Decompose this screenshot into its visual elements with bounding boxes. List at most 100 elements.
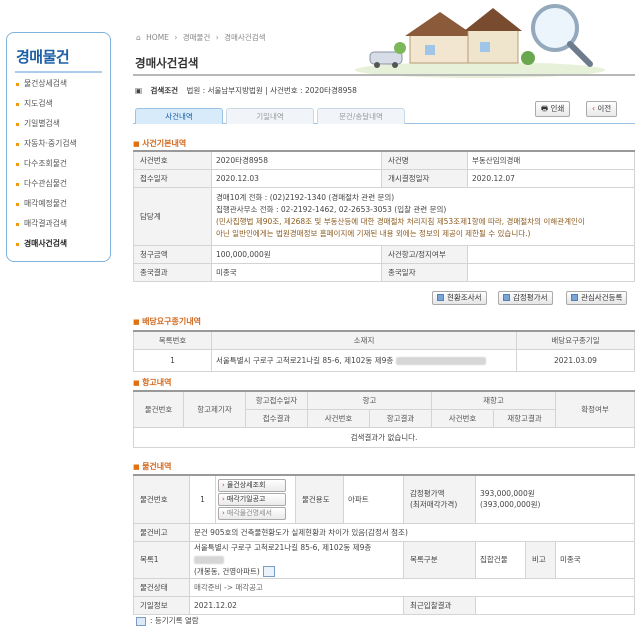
dist-col-no: 목록번호 bbox=[133, 330, 212, 350]
dist-addr-cell: 서울특별시 구로구 고척로21나길 85-6, 제102동 제9층 bbox=[211, 348, 517, 372]
breadcrumb-level2[interactable]: 경매사건검색 bbox=[224, 33, 265, 42]
item-remark-label: 물건비고 bbox=[133, 522, 190, 542]
appeal-col-result: 항고결과 bbox=[369, 408, 432, 428]
header-illustration bbox=[355, 4, 605, 78]
appeal-col-recv: 항고접수일자 bbox=[245, 390, 308, 410]
item-last-label: 최근입찰결과 bbox=[403, 595, 476, 615]
appeal-col-item: 물건번호 bbox=[133, 390, 184, 428]
section-dist-header: 배당요구종기내역 bbox=[133, 316, 201, 327]
sidebar-item-detail-search[interactable]: 물건상세검색 bbox=[16, 77, 77, 97]
end-date bbox=[467, 262, 635, 282]
item-kind-label: 목록구분 bbox=[403, 540, 476, 579]
sidebar-item-case-search[interactable]: 경매사건검색 bbox=[16, 237, 77, 257]
map-icon[interactable] bbox=[262, 566, 275, 577]
case-name: 부동산임의경매 bbox=[467, 150, 635, 170]
item-value-label-cell: 감정평가액 (최저매각가격) bbox=[403, 474, 476, 524]
item-value-sub: (최저매각가격) bbox=[410, 500, 458, 510]
claim-label: 청구금액 bbox=[133, 244, 212, 264]
item-address-detail: (개봉동, 건영아파트) bbox=[194, 566, 260, 576]
item-status-label: 물건상태 bbox=[133, 577, 190, 597]
dept-line-1: 경매10계 전화 : (02)2192-1340 (경매절차 관련 문의) bbox=[216, 193, 395, 202]
case-name-label: 사건명 bbox=[381, 150, 468, 170]
item-remark: 문건 905호의 건축물현황도가 실제현황과 차이가 있음(감정서 첨조) bbox=[189, 522, 635, 542]
item-table: 물건번호 1 › 물건상세조회 › 매각기일공고 › 매각물건명세서 물건용도 아파트… bbox=[133, 474, 635, 615]
breadcrumb-level1[interactable]: 경매물건 bbox=[183, 33, 211, 42]
dept-info: 경매10계 전화 : (02)2192-1340 (경매절차 관련 문의) 집행… bbox=[211, 186, 635, 246]
register-interest-button[interactable]: 관심사건등록 bbox=[566, 291, 628, 305]
home-icon: ⌂ bbox=[136, 33, 141, 42]
appeal-table: 물건번호 항고제기자 항고접수일자 항고 재항고 확정여부 접수결과 사건번호 항고결과 사건번… bbox=[133, 390, 635, 448]
distribution-table: 목록번호 소재지 배당요구종기일 1 서울특별시 구로구 고척로21나길 85-6, … bbox=[133, 330, 635, 372]
breadcrumb-home[interactable]: HOME bbox=[146, 33, 169, 42]
redacted-text bbox=[395, 356, 486, 365]
sidebar-item-map-search[interactable]: 지도검색 bbox=[16, 97, 77, 117]
breadcrumb: ⌂ HOME › 경매물건 › 경매사건검색 bbox=[136, 33, 266, 42]
appeal-col-final: 확정여부 bbox=[555, 390, 635, 428]
title-divider bbox=[133, 74, 635, 76]
dept-line-4: 아닌 일반인에게는 법원경매정보 홈페이지에 기재된 내용 외에는 정보의 제공… bbox=[216, 229, 531, 238]
item-status: 매각준비 -> 매각공고 bbox=[189, 577, 635, 597]
item-value-min: (393,000,000원) bbox=[480, 500, 541, 510]
appeal-col-recv-sub: 접수결과 bbox=[245, 408, 308, 428]
appraisal-report-button[interactable]: 감정평가서 bbox=[498, 291, 553, 305]
item-no-label: 물건번호 bbox=[133, 474, 190, 524]
claim-amount: 100,000,000원 bbox=[211, 244, 382, 264]
appeal-col-rresult: 재항고결과 bbox=[493, 408, 556, 428]
dept-line-2: 집행관사무소 전화 : 02-2192-1462, 02-2653-3053 (… bbox=[216, 205, 447, 214]
item-value: 393,000,000원 bbox=[480, 489, 535, 499]
appeal-col-case: 사건번호 bbox=[307, 408, 370, 428]
item-last bbox=[475, 595, 635, 615]
item-address-cell: 서울특별시 구로구 고척로21나길 85-6, 제102동 제9층 (개봉동, … bbox=[189, 540, 404, 579]
registry-icon[interactable] bbox=[136, 616, 146, 626]
arrow-right-icon: › bbox=[222, 494, 225, 503]
section-item-header: 물건내역 bbox=[133, 461, 171, 472]
stop-value bbox=[467, 244, 635, 264]
item-address: 서울특별시 구로구 고척로21나길 85-6, 제102동 제9층 bbox=[194, 542, 372, 552]
sidebar-item-upcoming-sale[interactable]: 매각예정물건 bbox=[16, 197, 77, 217]
arrow-right-icon: › bbox=[222, 508, 225, 517]
sale-spec-button[interactable]: › 매각물건명세서 bbox=[218, 506, 286, 520]
dist-no: 1 bbox=[133, 348, 212, 372]
item-date: 2021.12.02 bbox=[189, 595, 404, 615]
survey-report-button[interactable]: 현황조사서 bbox=[432, 291, 487, 305]
recv-date: 2020.12.03 bbox=[211, 168, 382, 188]
document-icon bbox=[437, 294, 444, 301]
case-no: 2020타경8958 bbox=[211, 150, 382, 170]
sidebar-item-most-interested[interactable]: 다수관심물건 bbox=[16, 177, 77, 197]
item-bigo-label: 비고 bbox=[525, 540, 556, 579]
dept-label: 담당계 bbox=[133, 186, 212, 246]
tab-documents[interactable]: 문건/송달내역 bbox=[317, 108, 405, 124]
item-detail-button[interactable]: › 물건상세조회 bbox=[218, 478, 286, 492]
result-label: 종국결과 bbox=[133, 262, 212, 282]
sidebar-item-vehicle-search[interactable]: 자동차·중기검색 bbox=[16, 137, 77, 157]
condition-icon: ▣ bbox=[135, 86, 143, 95]
item-value-cell: 393,000,000원 (393,000,000원) bbox=[475, 474, 635, 524]
end-date-label: 종국일자 bbox=[381, 262, 468, 282]
result-value: 미종국 bbox=[211, 262, 382, 282]
case-no-label: 사건번호 bbox=[133, 150, 212, 170]
sidebar-item-date-search[interactable]: 기일별검색 bbox=[16, 117, 77, 137]
item-kind: 집합건물 bbox=[475, 540, 526, 579]
sidebar-divider bbox=[15, 71, 102, 73]
condition-text: 법원 : 서울남부지방법원 | 사건번호 : 2020타경8958 bbox=[186, 86, 357, 95]
document-icon bbox=[503, 294, 510, 301]
item-buttons: › 물건상세조회 › 매각기일공고 › 매각물건명세서 bbox=[215, 474, 296, 524]
item-no: 1 bbox=[189, 474, 216, 524]
sidebar-item-most-viewed[interactable]: 다수조회물건 bbox=[16, 157, 77, 177]
sidebar-item-sale-result[interactable]: 매각결과검색 bbox=[16, 217, 77, 237]
redacted-text bbox=[194, 555, 224, 564]
appeal-col-filer: 항고제기자 bbox=[183, 390, 246, 428]
item-list-label: 목록1 bbox=[133, 540, 190, 579]
item-use: 아파트 bbox=[343, 474, 404, 524]
dist-addr: 서울특별시 구로구 고척로21나길 85-6, 제102동 제9층 bbox=[216, 355, 394, 365]
dist-date: 2021.03.09 bbox=[516, 348, 635, 372]
table-row: 1 서울특별시 구로구 고척로21나길 85-6, 제102동 제9층 2021.… bbox=[133, 348, 635, 372]
section-basic-header: 사건기본내역 bbox=[133, 138, 186, 149]
sale-schedule-button[interactable]: › 매각기일공고 bbox=[218, 492, 286, 506]
tab-schedule[interactable]: 기일내역 bbox=[226, 108, 314, 124]
registry-text: : 등기기록 열람 bbox=[150, 616, 199, 625]
start-date: 2020.12.07 bbox=[467, 168, 635, 188]
dist-col-date: 배당요구종기일 bbox=[516, 330, 635, 350]
tab-case-details[interactable]: 사건내역 bbox=[135, 108, 223, 124]
recv-date-label: 접수일자 bbox=[133, 168, 212, 188]
